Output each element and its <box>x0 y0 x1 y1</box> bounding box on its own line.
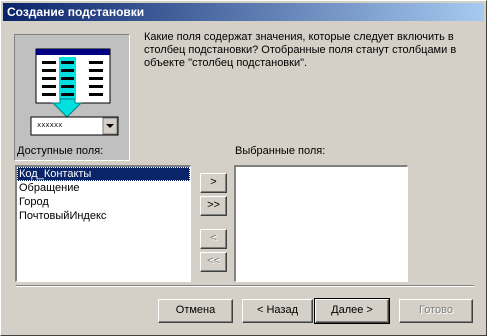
back-button[interactable]: < Назад <box>242 299 313 323</box>
lookup-wizard-illustration: xxxxxx <box>14 34 130 161</box>
list-item[interactable]: Код_Контакты <box>17 167 190 181</box>
remove-field-button[interactable]: < <box>200 229 227 249</box>
cancel-button[interactable]: Отмена <box>158 299 233 323</box>
window-title: Создание подстановки <box>3 3 484 21</box>
lookup-wizard-dialog: Создание подстановки xxxxxx Какие поля с… <box>0 0 487 336</box>
selected-fields-label: Выбранные поля: <box>235 145 326 157</box>
list-item[interactable]: ПочтовыйИндекс <box>17 209 190 223</box>
list-item[interactable]: Город <box>17 195 190 209</box>
footer-divider <box>16 285 474 287</box>
available-fields-list[interactable]: Код_Контакты Обращение Город ПочтовыйИнд… <box>15 165 191 282</box>
finish-button[interactable]: Готово <box>399 299 473 323</box>
illustration-combo-text: xxxxxx <box>37 121 63 129</box>
wizard-description: Какие поля содержат значения, которые сл… <box>144 31 457 69</box>
available-fields-label: Доступные поля: <box>17 145 104 157</box>
next-button[interactable]: Далее > <box>314 298 390 324</box>
remove-all-fields-button[interactable]: << <box>200 252 227 272</box>
add-all-fields-button[interactable]: >> <box>200 196 227 216</box>
add-field-button[interactable]: > <box>200 173 227 193</box>
selected-fields-list[interactable] <box>234 165 408 282</box>
list-item[interactable]: Обращение <box>17 181 190 195</box>
